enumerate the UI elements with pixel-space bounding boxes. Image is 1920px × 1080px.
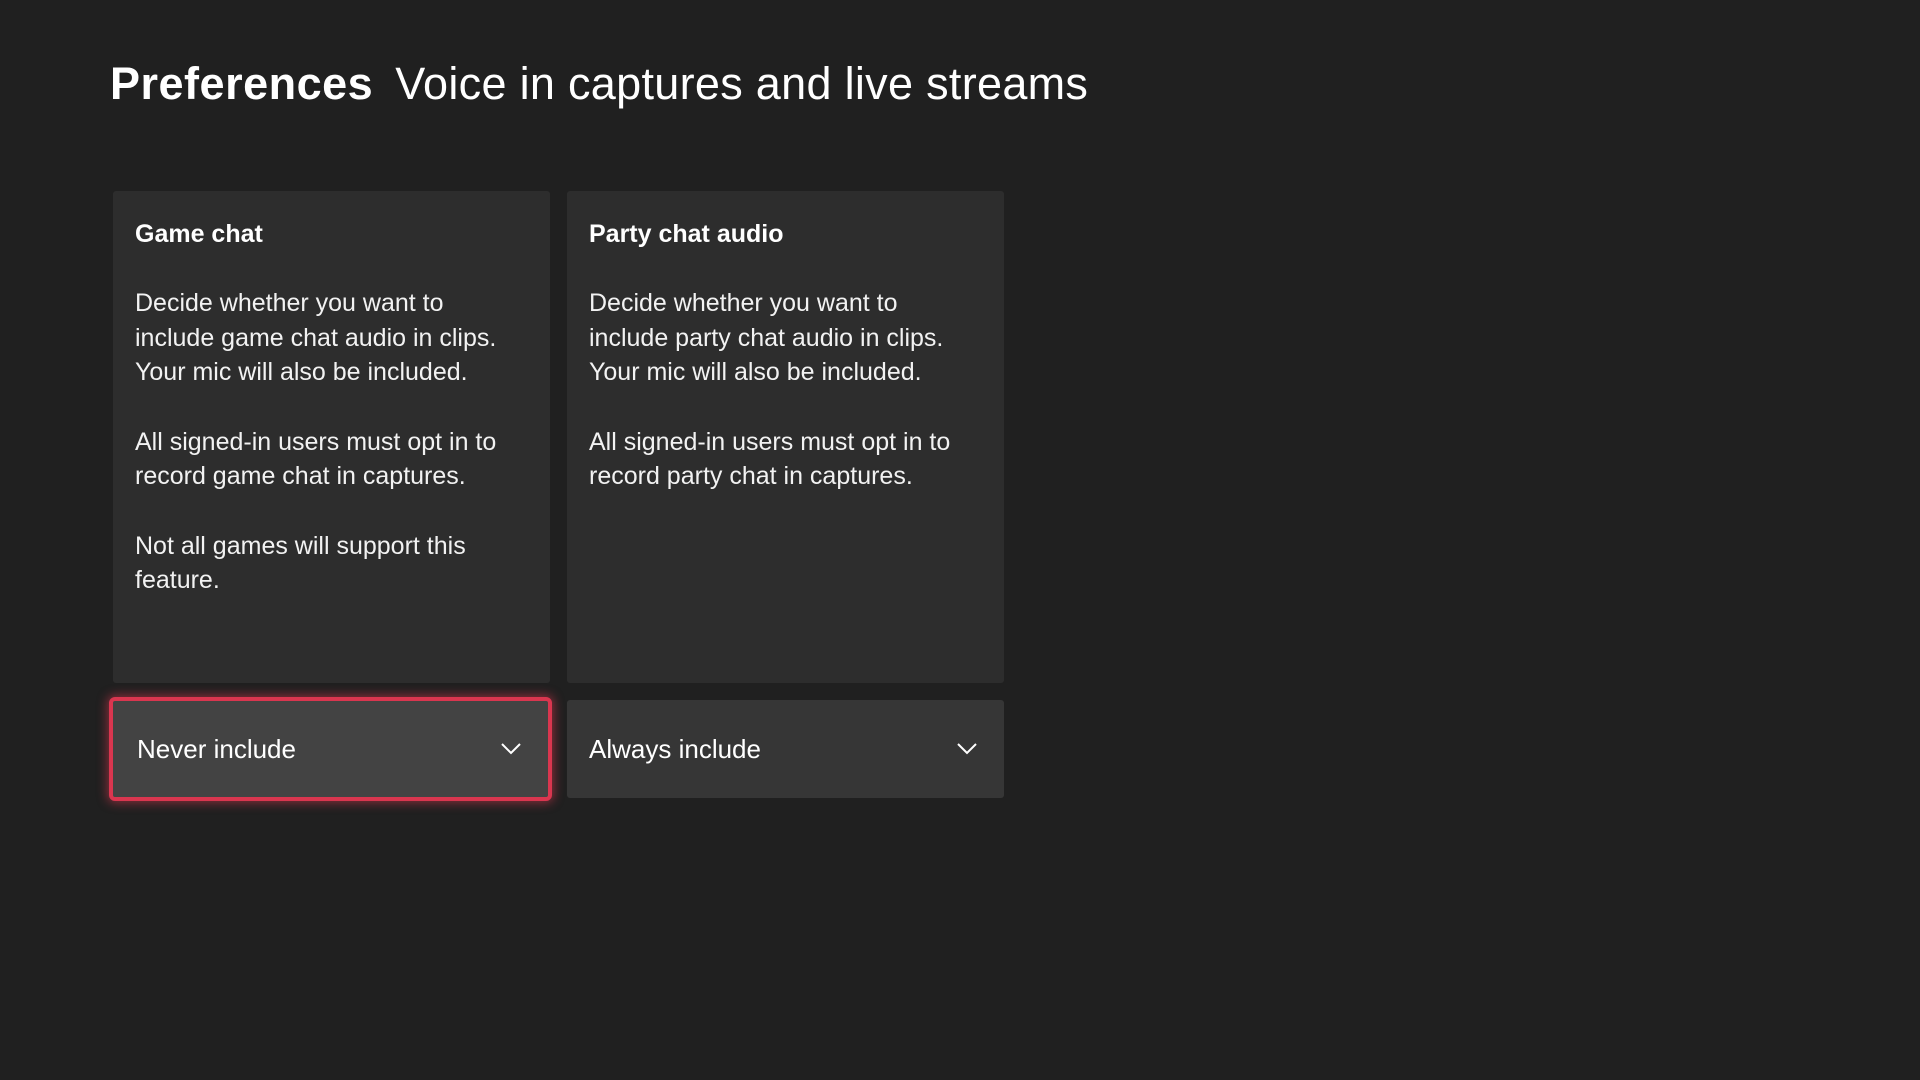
party-chat-card: Party chat audio Decide whether you want… [567,191,1004,683]
party-chat-description: Decide whether you want to include party… [589,289,944,386]
party-chat-dropdown-value: Always include [589,733,761,764]
preferences-page: Preferences Voice in captures and live s… [0,0,1920,1080]
game-chat-dropdown-value: Never include [137,733,296,764]
chevron-down-icon [956,742,978,756]
game-chat-opt-in-note: All signed-in users must opt in to recor… [135,427,497,491]
game-chat-card: Game chat Decide whether you want to inc… [113,191,550,683]
party-chat-opt-in-note: All signed-in users must opt in to recor… [589,427,951,491]
page-header: Preferences Voice in captures and live s… [110,58,1088,118]
game-chat-description: Decide whether you want to include game … [135,289,497,386]
game-chat-dropdown[interactable]: Never include [109,697,552,801]
section-title: Preferences [110,58,374,109]
game-chat-support-note: Not all games will support this feature. [135,531,466,595]
page-title: Voice in captures and live streams [395,58,1089,109]
game-chat-title: Game chat [135,220,263,248]
chevron-down-icon [500,742,522,756]
party-chat-title: Party chat audio [589,220,784,248]
party-chat-dropdown[interactable]: Always include [567,700,1004,798]
